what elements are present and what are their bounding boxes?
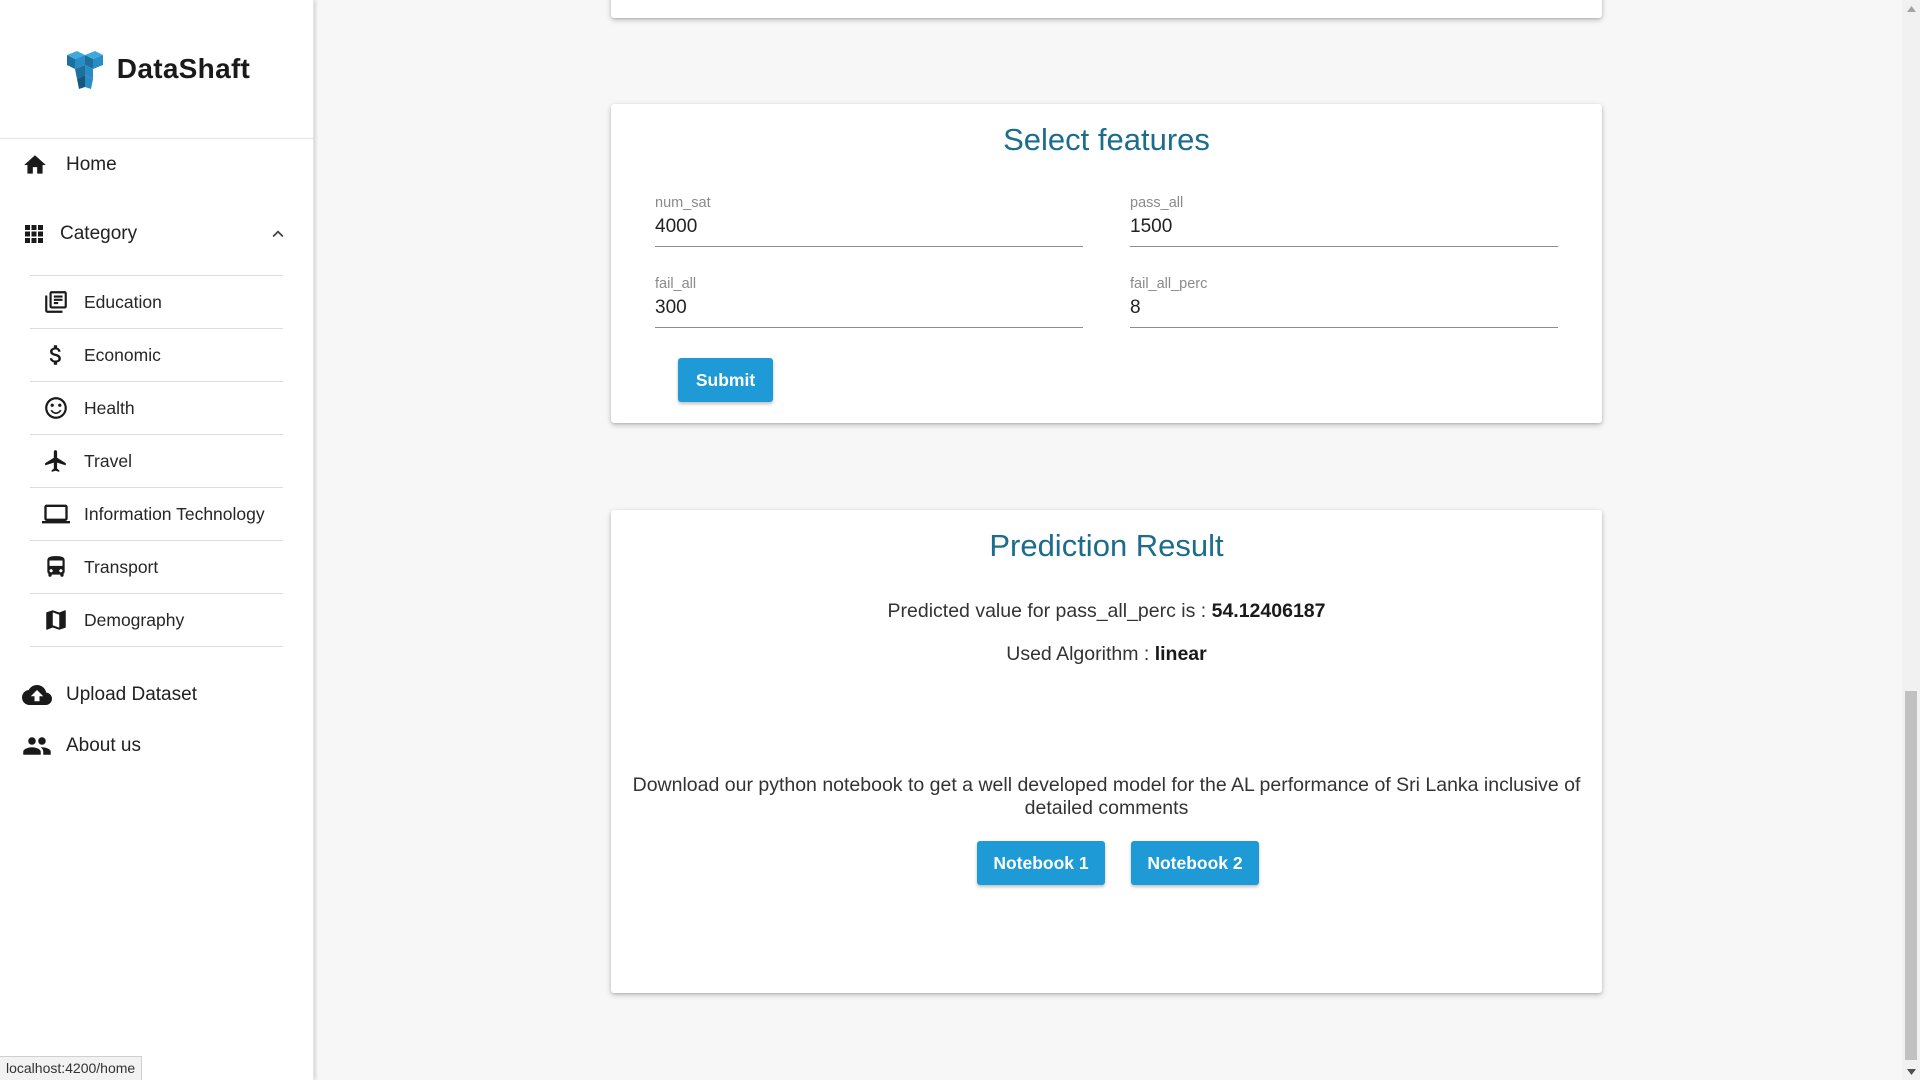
field-label: num_sat — [655, 195, 711, 211]
algorithm-prefix: Used Algorithm : — [1006, 643, 1155, 665]
laptop-icon — [42, 500, 70, 528]
pass-all-input[interactable] — [1130, 211, 1558, 247]
sidebar-item-label: Economic — [84, 344, 161, 365]
sidebar-item-label: Health — [84, 397, 135, 418]
sidebar-item-label: Demography — [84, 609, 185, 630]
result-title: Prediction Result — [989, 528, 1224, 563]
notebook-2-button[interactable]: Notebook 2 — [1131, 841, 1259, 885]
nav-about-label: About us — [66, 734, 141, 756]
prediction-result-card: Prediction Result Predicted value for pa… — [611, 510, 1602, 993]
brand[interactable]: DataShaft — [0, 0, 313, 139]
nav-home[interactable]: Home — [0, 141, 313, 189]
nav-upload-dataset[interactable]: Upload Dataset — [0, 669, 313, 720]
chevron-up-icon[interactable] — [267, 223, 289, 245]
newspaper-icon — [42, 288, 70, 316]
datashaft-logo-icon — [66, 51, 103, 89]
sidebar-item-transport[interactable]: Transport — [30, 541, 283, 594]
predicted-value: 54.12406187 — [1211, 600, 1326, 622]
sidebar-item-economic[interactable]: Economic — [30, 329, 283, 382]
nav-home-label: Home — [66, 154, 117, 175]
category-list: Education Economic Health Travel Informa… — [30, 275, 283, 647]
airplane-icon — [42, 447, 70, 475]
field-label: fail_all_perc — [1130, 276, 1208, 292]
download-description: Download our python notebook to get a we… — [632, 774, 1581, 819]
smiley-icon — [42, 394, 70, 422]
fail-all-input[interactable] — [655, 292, 1083, 328]
sidebar-item-health[interactable]: Health — [30, 382, 283, 435]
predicted-value-line: Predicted value for pass_all_perc is : 5… — [611, 600, 1602, 623]
predicted-prefix: Predicted value for pass_all_perc is : — [887, 600, 1212, 622]
sidebar: DataShaft Home Category Education Econom… — [0, 0, 314, 1080]
dollar-icon — [42, 341, 70, 369]
notebook-1-button[interactable]: Notebook 1 — [977, 841, 1105, 885]
fail-all-field[interactable]: fail_all — [655, 276, 1083, 328]
features-title: Select features — [1003, 122, 1210, 157]
grid-icon — [25, 225, 43, 243]
scroll-up-arrow-icon[interactable] — [1902, 0, 1920, 17]
nav-about-us[interactable]: About us — [0, 720, 313, 771]
nav-category-label: Category — [60, 223, 138, 244]
sidebar-item-label: Transport — [84, 556, 159, 577]
scroll-down-arrow-icon[interactable] — [1902, 1063, 1920, 1080]
algorithm-line: Used Algorithm : linear — [611, 643, 1602, 666]
sidebar-item-education[interactable]: Education — [30, 276, 283, 329]
home-icon — [24, 155, 46, 174]
cloud-upload-icon — [22, 684, 52, 705]
nav-category[interactable]: Category — [0, 209, 313, 259]
previous-card — [611, 0, 1602, 18]
sidebar-item-label: Travel — [84, 450, 132, 471]
map-icon — [42, 606, 70, 634]
status-url: localhost:4200/home — [0, 1056, 143, 1080]
submit-button[interactable]: Submit — [678, 358, 773, 402]
field-label: fail_all — [655, 276, 697, 292]
sidebar-item-label: Education — [84, 291, 162, 312]
num-sat-field[interactable]: num_sat — [655, 195, 1083, 247]
nav-upload-label: Upload Dataset — [66, 683, 197, 705]
scrollbar-thumb[interactable] — [1905, 691, 1917, 1060]
field-label: pass_all — [1130, 195, 1184, 211]
brand-name: DataShaft — [116, 53, 251, 84]
sidebar-item-information-technology[interactable]: Information Technology — [30, 488, 283, 541]
fail-all-perc-field[interactable]: fail_all_perc — [1130, 276, 1558, 328]
sidebar-item-demography[interactable]: Demography — [30, 594, 283, 647]
bus-icon — [42, 553, 70, 581]
num-sat-input[interactable] — [655, 211, 1083, 247]
page-scrollbar[interactable] — [1902, 0, 1920, 1080]
select-features-card: Select features num_sat pass_all fail_al… — [611, 104, 1602, 423]
algorithm-value: linear — [1154, 643, 1207, 665]
pass-all-field[interactable]: pass_all — [1130, 195, 1558, 247]
people-icon — [23, 736, 51, 755]
fail-all-perc-input[interactable] — [1130, 292, 1558, 328]
sidebar-item-travel[interactable]: Travel — [30, 435, 283, 488]
sidebar-item-label: Information Technology — [84, 503, 265, 524]
